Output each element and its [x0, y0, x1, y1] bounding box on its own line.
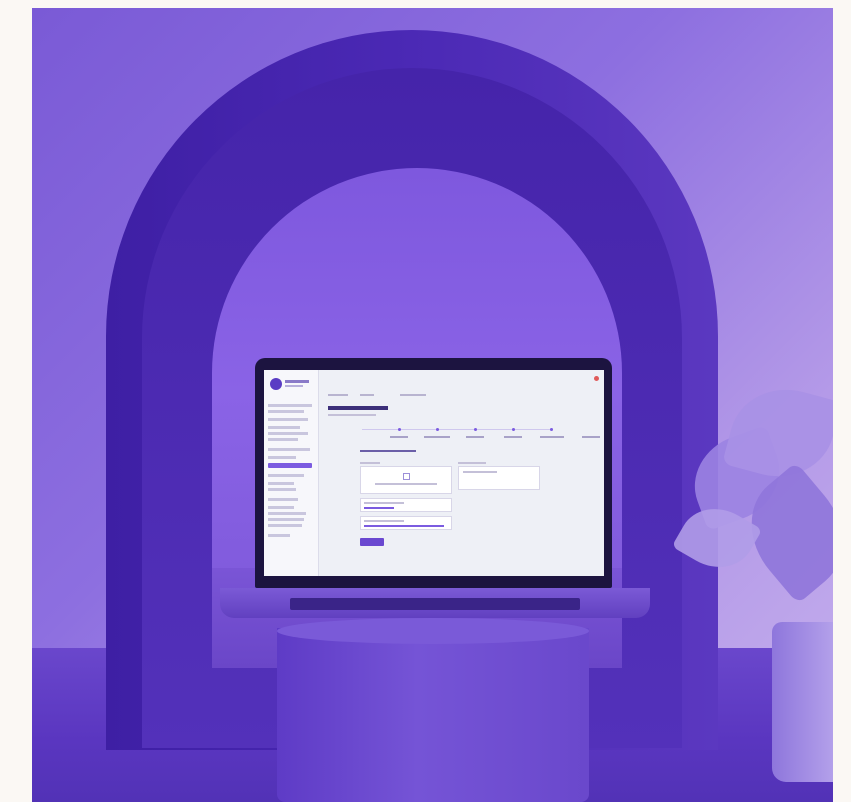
sidebar-item[interactable]: [268, 482, 294, 485]
stepper-label: [540, 436, 564, 438]
sidebar-item[interactable]: [268, 518, 304, 521]
sidebar-item[interactable]: [268, 456, 296, 459]
select-value: [364, 520, 404, 522]
breadcrumb[interactable]: [328, 394, 348, 396]
stepper-label: [504, 436, 522, 438]
sidebar-item[interactable]: [268, 426, 300, 429]
stepper-label: [466, 436, 484, 438]
photo-scene: [32, 8, 833, 802]
sidebar-item[interactable]: [268, 418, 308, 421]
page-subtitle: [328, 414, 376, 416]
text-area-placeholder: [463, 471, 497, 473]
field-label: [360, 462, 380, 464]
plant-pot: [772, 622, 833, 782]
sidebar-item[interactable]: [268, 410, 304, 413]
stepper-step[interactable]: [436, 428, 439, 431]
sidebar-item[interactable]: [268, 488, 296, 491]
text-area[interactable]: [458, 466, 540, 490]
upload-dropzone[interactable]: [360, 466, 452, 494]
progress-fill: [364, 507, 394, 509]
page-title: [328, 406, 388, 410]
sidebar-item[interactable]: [268, 524, 302, 527]
sidebar-item[interactable]: [268, 534, 290, 537]
sidebar-item[interactable]: [268, 506, 294, 509]
stepper-label: [424, 436, 450, 438]
stepper-step[interactable]: [474, 428, 477, 431]
logo-subtext: [285, 385, 303, 387]
pedestal: [277, 628, 589, 802]
stepper-step[interactable]: [550, 428, 553, 431]
select-value: [364, 502, 404, 504]
close-icon[interactable]: [594, 376, 599, 381]
sidebar-item[interactable]: [268, 432, 308, 435]
field-label: [458, 462, 486, 464]
sidebar-item[interactable]: [268, 498, 298, 501]
select-field[interactable]: [360, 498, 452, 512]
select-field[interactable]: [360, 516, 452, 530]
stepper-step[interactable]: [512, 428, 515, 431]
sidebar-item[interactable]: [268, 512, 306, 515]
sidebar-item-active[interactable]: [268, 463, 312, 468]
stepper-label: [390, 436, 408, 438]
stepper-step[interactable]: [398, 428, 401, 431]
progress-fill: [364, 525, 444, 527]
laptop-screen: [264, 370, 604, 576]
sidebar-item[interactable]: [268, 404, 312, 407]
sidebar-item[interactable]: [268, 474, 304, 477]
upload-hint: [375, 483, 437, 485]
sidebar-item[interactable]: [268, 448, 310, 451]
breadcrumb[interactable]: [400, 394, 426, 396]
section-heading: [360, 450, 416, 452]
upload-icon: [403, 473, 410, 480]
continue-button[interactable]: [360, 538, 384, 546]
sidebar-item[interactable]: [268, 438, 298, 441]
sidebar: [264, 370, 319, 576]
stepper-label: [582, 436, 600, 438]
pedestal-top: [277, 618, 589, 644]
logo-text: [285, 380, 309, 383]
logo-icon: [270, 378, 282, 390]
laptop-keyboard: [290, 598, 580, 610]
breadcrumb[interactable]: [360, 394, 374, 396]
stepper-line: [362, 429, 552, 430]
